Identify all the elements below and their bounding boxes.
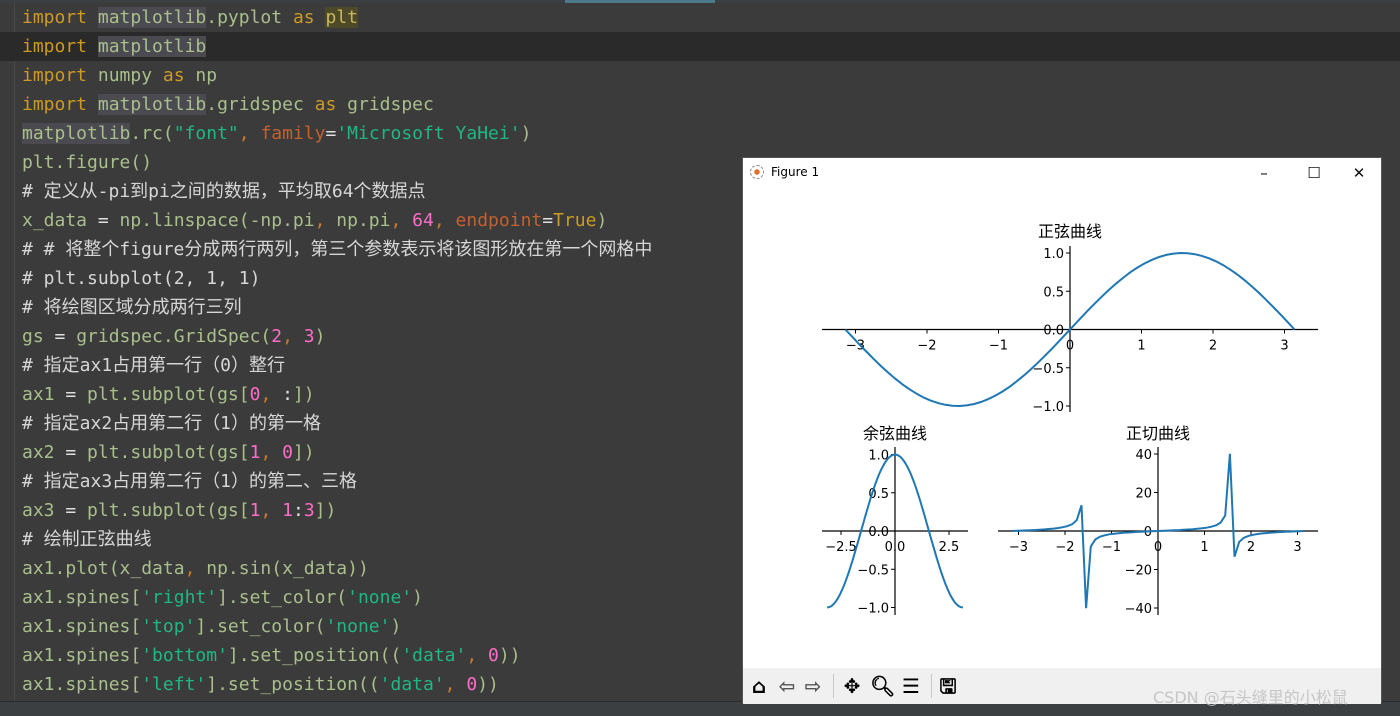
x-tick-label: 2 — [1209, 339, 1217, 354]
x-tick-label: −1 — [989, 339, 1008, 354]
y-tick-label: 0.0 — [1043, 324, 1064, 339]
chart-title: 正切曲线 — [1126, 424, 1190, 443]
x-tick-label: −3 — [1009, 540, 1028, 555]
x-tick-label: −1 — [1102, 540, 1121, 555]
x-tick-label: 1 — [1137, 339, 1145, 354]
y-tick-label: 0.5 — [1043, 285, 1064, 300]
y-tick-label: −1.0 — [857, 602, 889, 617]
x-tick-label: 0 — [1066, 339, 1074, 354]
x-tick-label: 3 — [1280, 339, 1288, 354]
x-tick-label: −2.5 — [825, 540, 857, 555]
x-tick-label: 3 — [1293, 540, 1301, 555]
y-tick-label: 0.0 — [868, 525, 889, 540]
chart-title: 余弦曲线 — [863, 424, 927, 443]
y-tick-label: −40 — [1125, 602, 1152, 617]
watermark: CSDN @石头缝里的小松鼠 — [1153, 688, 1348, 707]
x-tick-label: 1 — [1200, 540, 1208, 555]
figure-canvas: 正弦曲线 −3 −2 −1 0 1 2 3 −1.0 −0.5 0.0 0.5 1.0 余弦曲线 −2.5 0… — [822, 222, 1318, 617]
x-tick-label: 2.5 — [939, 540, 960, 555]
y-tick-label: 1.0 — [1043, 247, 1064, 262]
x-tick-label: 0 — [1154, 540, 1162, 555]
y-tick-label: −0.5 — [857, 563, 889, 578]
y-tick-label: 40 — [1135, 448, 1152, 463]
x-tick-label: −2 — [917, 339, 936, 354]
y-tick-label: −20 — [1125, 564, 1152, 579]
chart-title: 正弦曲线 — [1038, 222, 1102, 241]
x-tick-label: −2 — [1055, 540, 1074, 555]
x-tick-label: 2 — [1247, 540, 1255, 555]
y-tick-label: −1.0 — [1032, 400, 1064, 415]
x-tick-label: 0.0 — [885, 540, 906, 555]
y-tick-label: 20 — [1135, 487, 1152, 502]
